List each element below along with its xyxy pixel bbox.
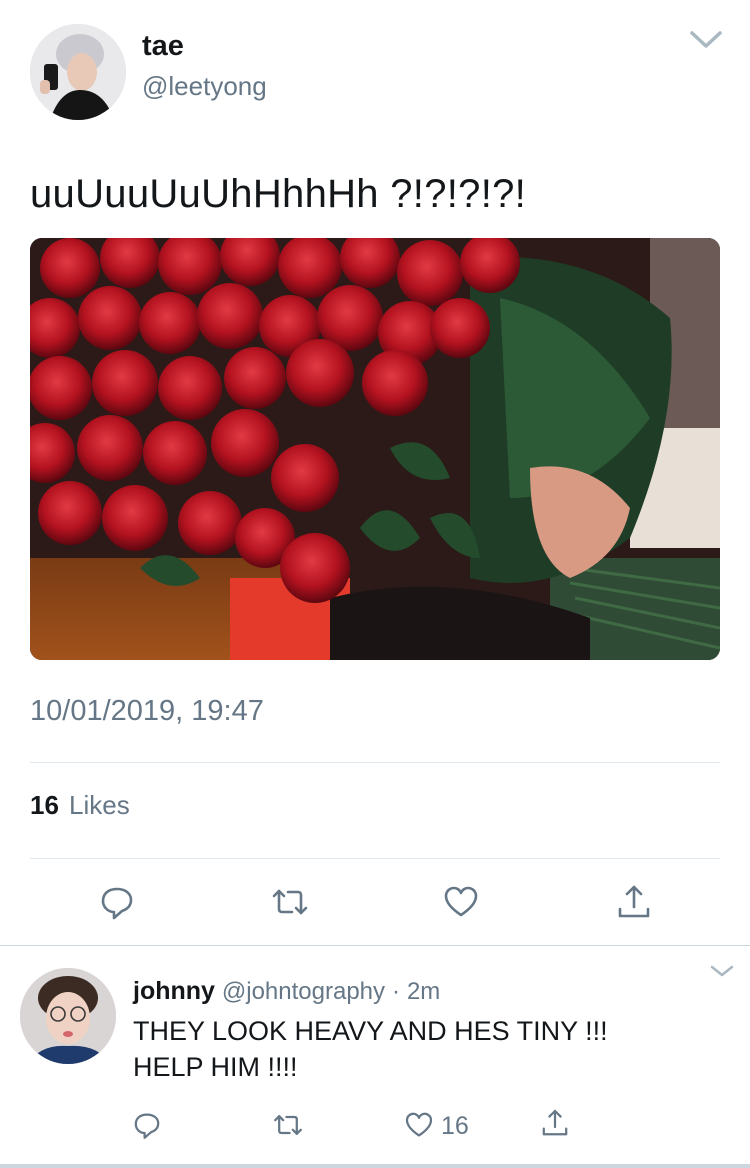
retweet-icon[interactable] — [270, 882, 310, 922]
author-display-name[interactable]: tae — [142, 30, 184, 63]
reply-icon[interactable] — [97, 882, 137, 922]
share-icon[interactable] — [614, 882, 654, 922]
reply-text: THEY LOOK HEAVY AND HES TINY !!! HELP HI… — [133, 1013, 693, 1085]
likes-count[interactable]: 16 — [30, 790, 59, 821]
reply-like-count: 16 — [441, 1112, 469, 1140]
chevron-down-icon[interactable] — [708, 962, 736, 980]
tweet-media-image[interactable] — [30, 238, 720, 660]
divider — [30, 762, 720, 763]
reply-handle[interactable]: @johntography — [222, 978, 385, 1005]
avatar-photo — [30, 24, 126, 120]
heart-icon[interactable] — [403, 1109, 435, 1141]
reply-author-avatar[interactable] — [20, 968, 116, 1064]
chevron-down-icon[interactable] — [686, 26, 726, 52]
reply-text-line: HELP HIM !!!! — [133, 1052, 298, 1082]
share-icon[interactable] — [539, 1107, 571, 1139]
separator-dot: · — [391, 978, 400, 1005]
heart-icon[interactable] — [441, 882, 481, 922]
divider — [30, 858, 720, 859]
bottom-divider — [0, 1164, 750, 1168]
reply-icon[interactable] — [131, 1109, 163, 1141]
avatar-photo — [20, 968, 116, 1064]
tweet-timestamp: 10/01/2019, 19:47 — [30, 695, 264, 727]
author-avatar[interactable] — [30, 24, 126, 120]
reply-display-name[interactable]: johnny — [133, 977, 215, 1005]
reply-time: 2m — [406, 978, 441, 1005]
section-divider — [0, 945, 750, 946]
author-handle[interactable]: @leetyong — [142, 71, 267, 102]
roses-photo — [30, 238, 720, 660]
reply-text-line: THEY LOOK HEAVY AND HES TINY !!! — [133, 1016, 608, 1046]
tweet-text: uuUuuUuUhHhhHh ?!?!?!?! — [30, 172, 527, 216]
likes-label[interactable]: Likes — [69, 790, 130, 821]
retweet-icon[interactable] — [272, 1109, 304, 1141]
reply-header: johnny @johntography · 2m — [133, 977, 440, 1006]
